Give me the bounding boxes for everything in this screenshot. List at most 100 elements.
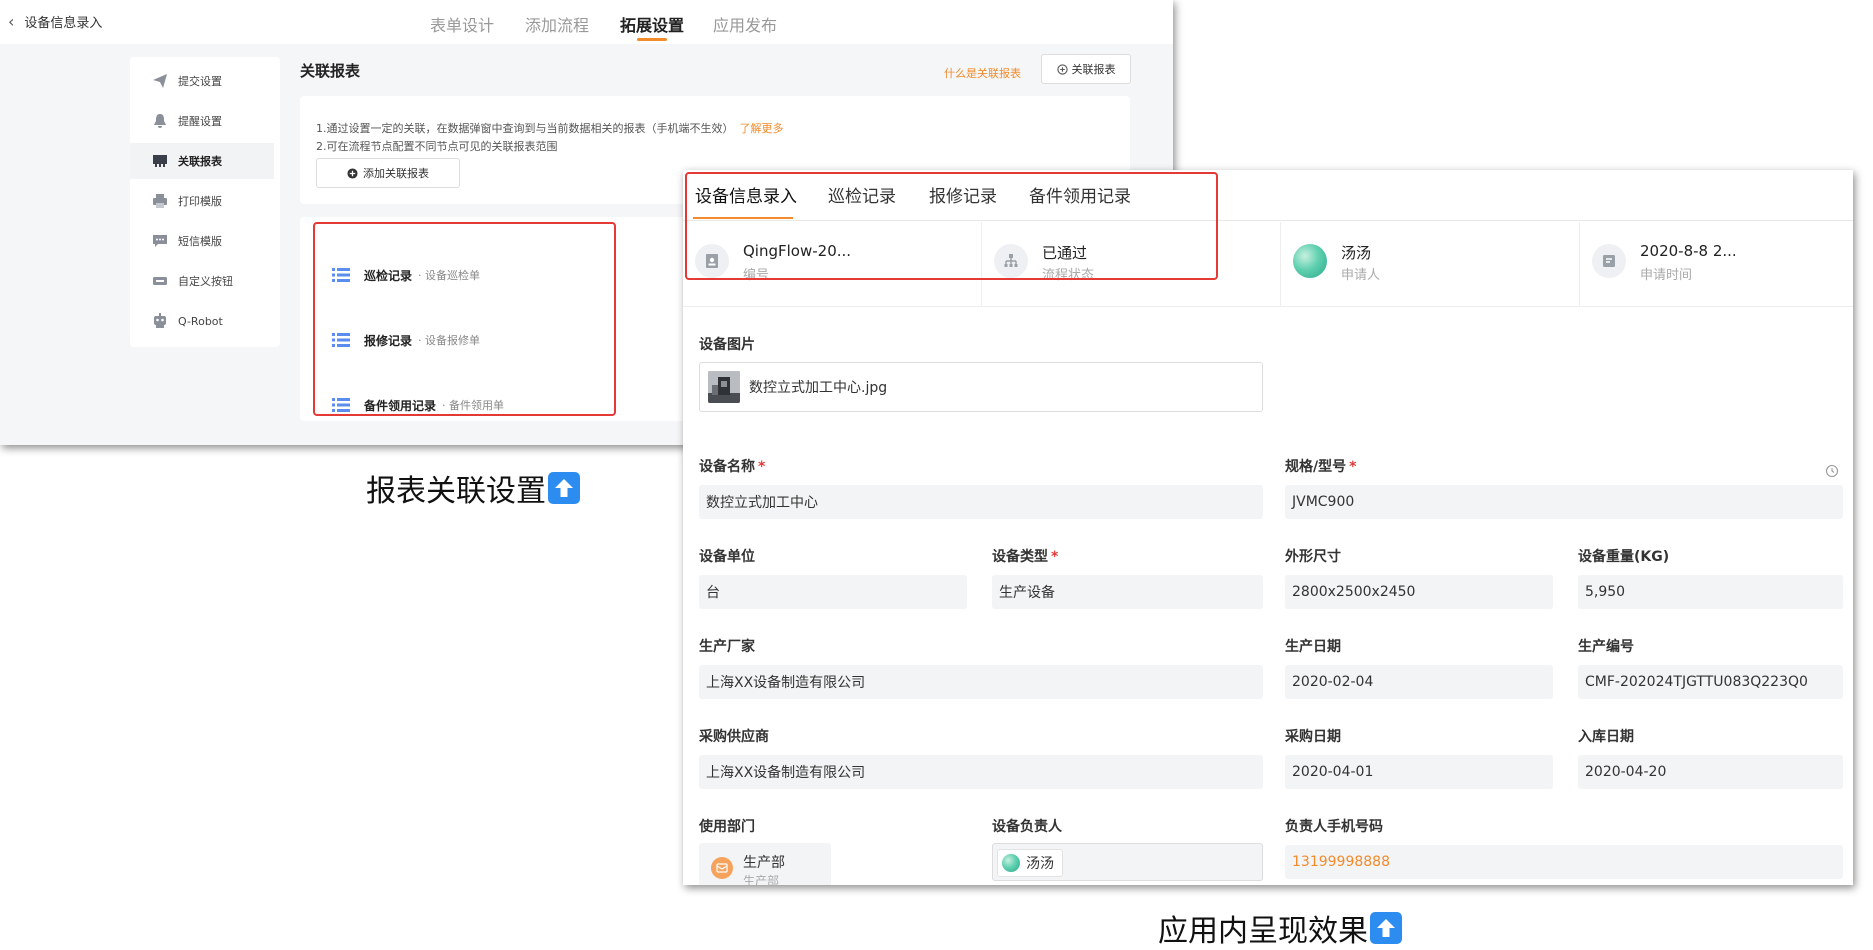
field-label-size: 外形尺寸: [1285, 549, 1341, 565]
note-text: 1.通过设置一定的关联，在数据弹窗中查询到与当前数据相关的报表（手机端不生效）: [316, 122, 734, 135]
owner-name: 汤汤: [1026, 856, 1054, 872]
field-indate[interactable]: 2020-04-20: [1578, 755, 1843, 789]
time-icon: [1592, 244, 1626, 278]
field-pdate[interactable]: 2020-04-01: [1285, 755, 1553, 789]
field-label-mdate: 生产日期: [1285, 639, 1341, 655]
field-label-model: 规格/型号 *: [1285, 456, 1356, 476]
note-line-1: 1.通过设置一定的关联，在数据弹窗中查询到与当前数据相关的报表（手机端不生效） 了…: [316, 120, 784, 136]
highlight-box-tabs: [685, 172, 1218, 280]
caption-text: 应用内呈现效果: [1158, 914, 1368, 949]
add-linked-report-button[interactable]: 添加关联报表: [316, 158, 460, 188]
field-owner[interactable]: 汤汤: [992, 843, 1263, 881]
menu-item-reminder[interactable]: 提醒设置: [130, 103, 274, 139]
field-name[interactable]: 数控立式加工中心: [699, 485, 1263, 519]
app-view-screenshot: 设备信息录入 巡检记录 报修记录 备件领用记录 QingFlow-20... 编…: [683, 170, 1853, 885]
menu-item-print-template[interactable]: 打印模版: [130, 183, 274, 219]
image-filename: 数控立式加工中心.jpg: [749, 380, 888, 396]
back-label: 设备信息录入: [24, 16, 103, 31]
send-icon: [153, 74, 167, 88]
field-label-image: 设备图片: [699, 337, 755, 353]
field-label-pdate: 采购日期: [1285, 729, 1341, 745]
field-mno[interactable]: CMF-202024TJGTTU083Q223Q0: [1578, 665, 1843, 699]
note-line-2: 2.可在流程节点配置不同节点可见的关联报表范围: [316, 140, 558, 153]
menu-label: 短信模版: [178, 235, 222, 248]
field-label-weight: 设备重量(KG): [1578, 549, 1670, 565]
caption-text: 报表关联设置: [366, 474, 546, 509]
summary-label: 申请人: [1341, 268, 1381, 283]
avatar: [1002, 854, 1020, 872]
field-phone[interactable]: 13199998888: [1285, 845, 1843, 879]
message-icon: [153, 235, 167, 247]
menu-label: 提醒设置: [178, 115, 222, 128]
field-label-maker: 生产厂家: [699, 639, 755, 655]
field-model[interactable]: JVMC900: [1285, 485, 1843, 519]
field-supplier[interactable]: 上海XX设备制造有限公司: [699, 755, 1263, 789]
field-dept[interactable]: 生产部 生产部: [699, 843, 831, 885]
linked-report-button[interactable]: 关联报表: [1041, 54, 1131, 84]
field-type[interactable]: 生产设备: [992, 575, 1263, 609]
field-label-indate: 入库日期: [1578, 729, 1634, 745]
menu-label: 打印模版: [178, 195, 222, 208]
what-is-linked-report-link[interactable]: 什么是关联报表: [944, 65, 1021, 81]
robot-icon: [154, 313, 166, 328]
field-label-owner: 设备负责人: [992, 819, 1062, 835]
field-label-type: 设备类型 *: [992, 546, 1058, 566]
summary-value: 2020-8-8 2...: [1640, 242, 1737, 260]
tab-form-design[interactable]: 表单设计: [430, 12, 494, 36]
field-label-phone: 负责人手机号码: [1285, 819, 1383, 835]
printer-icon: [153, 194, 167, 208]
caption-right: 应用内呈现效果: [1158, 906, 1402, 950]
bell-icon: [154, 114, 166, 128]
field-mdate[interactable]: 2020-02-04: [1285, 665, 1553, 699]
menu-item-submit[interactable]: 提交设置: [130, 63, 274, 99]
menu-item-q-robot[interactable]: Q-Robot: [130, 303, 274, 339]
field-label-unit: 设备单位: [699, 549, 755, 565]
highlight-box-reports: [313, 222, 616, 416]
avatar: [1293, 244, 1327, 278]
image-attachment[interactable]: 数控立式加工中心.jpg: [699, 362, 1263, 412]
settings-menu: 提交设置 提醒设置 关联报表 打印模版 短信模版 自定义按钮 Q-Robot: [130, 57, 280, 347]
field-unit[interactable]: 台: [699, 575, 967, 609]
plus-circle-icon: [347, 167, 358, 179]
dept-name: 生产部: [743, 855, 785, 871]
menu-label: Q-Robot: [178, 314, 223, 328]
learn-more-link[interactable]: 了解更多: [740, 122, 784, 135]
label-text: 规格/型号: [1285, 459, 1347, 475]
field-weight[interactable]: 5,950: [1578, 575, 1843, 609]
tab-app-publish[interactable]: 应用发布: [713, 12, 777, 36]
required-mark: *: [1349, 459, 1357, 475]
summary-value: 汤汤: [1341, 244, 1372, 262]
summary-label: 申请时间: [1640, 268, 1693, 283]
tab-add-flow[interactable]: 添加流程: [525, 12, 589, 36]
field-label-supplier: 采购供应商: [699, 729, 769, 745]
button-icon: [153, 277, 167, 285]
menu-label: 提交设置: [178, 75, 222, 88]
tab-extension-settings[interactable]: 拓展设置: [620, 12, 684, 36]
caption-left: 报表关联设置: [366, 466, 580, 510]
button-label: 添加关联报表: [363, 167, 429, 180]
chevron-left-icon: ‹: [8, 12, 15, 31]
menu-item-linked-report[interactable]: 关联报表: [130, 143, 274, 179]
menu-label: 关联报表: [178, 155, 222, 168]
section-title: 关联报表: [300, 62, 361, 80]
field-size[interactable]: 2800x2500x2450: [1285, 575, 1553, 609]
field-label-name: 设备名称 *: [699, 456, 765, 476]
field-label-mno: 生产编号: [1578, 639, 1634, 655]
dept-sub: 生产部: [743, 874, 780, 885]
plus-circle-icon: [1056, 63, 1068, 75]
summary-time: 2020-8-8 2... 申请时间: [1580, 222, 1853, 306]
summary-applicant: 汤汤 申请人: [1281, 222, 1580, 306]
field-label-dept: 使用部门: [699, 819, 755, 835]
menu-item-sms-template[interactable]: 短信模版: [130, 223, 274, 259]
up-arrow-icon: [548, 472, 580, 504]
field-maker[interactable]: 上海XX设备制造有限公司: [699, 665, 1263, 699]
label-text: 设备类型: [992, 549, 1048, 565]
back-button[interactable]: ‹ 设备信息录入: [8, 12, 102, 31]
history-icon[interactable]: [1825, 464, 1839, 478]
report-icon: [153, 155, 167, 167]
top-bar: ‹ 设备信息录入 表单设计 添加流程 拓展设置 应用发布: [0, 0, 1173, 44]
label-text: 设备名称: [699, 459, 755, 475]
menu-item-custom-button[interactable]: 自定义按钮: [130, 263, 274, 299]
required-mark: *: [1051, 549, 1059, 565]
owner-chip: 汤汤: [997, 849, 1063, 877]
